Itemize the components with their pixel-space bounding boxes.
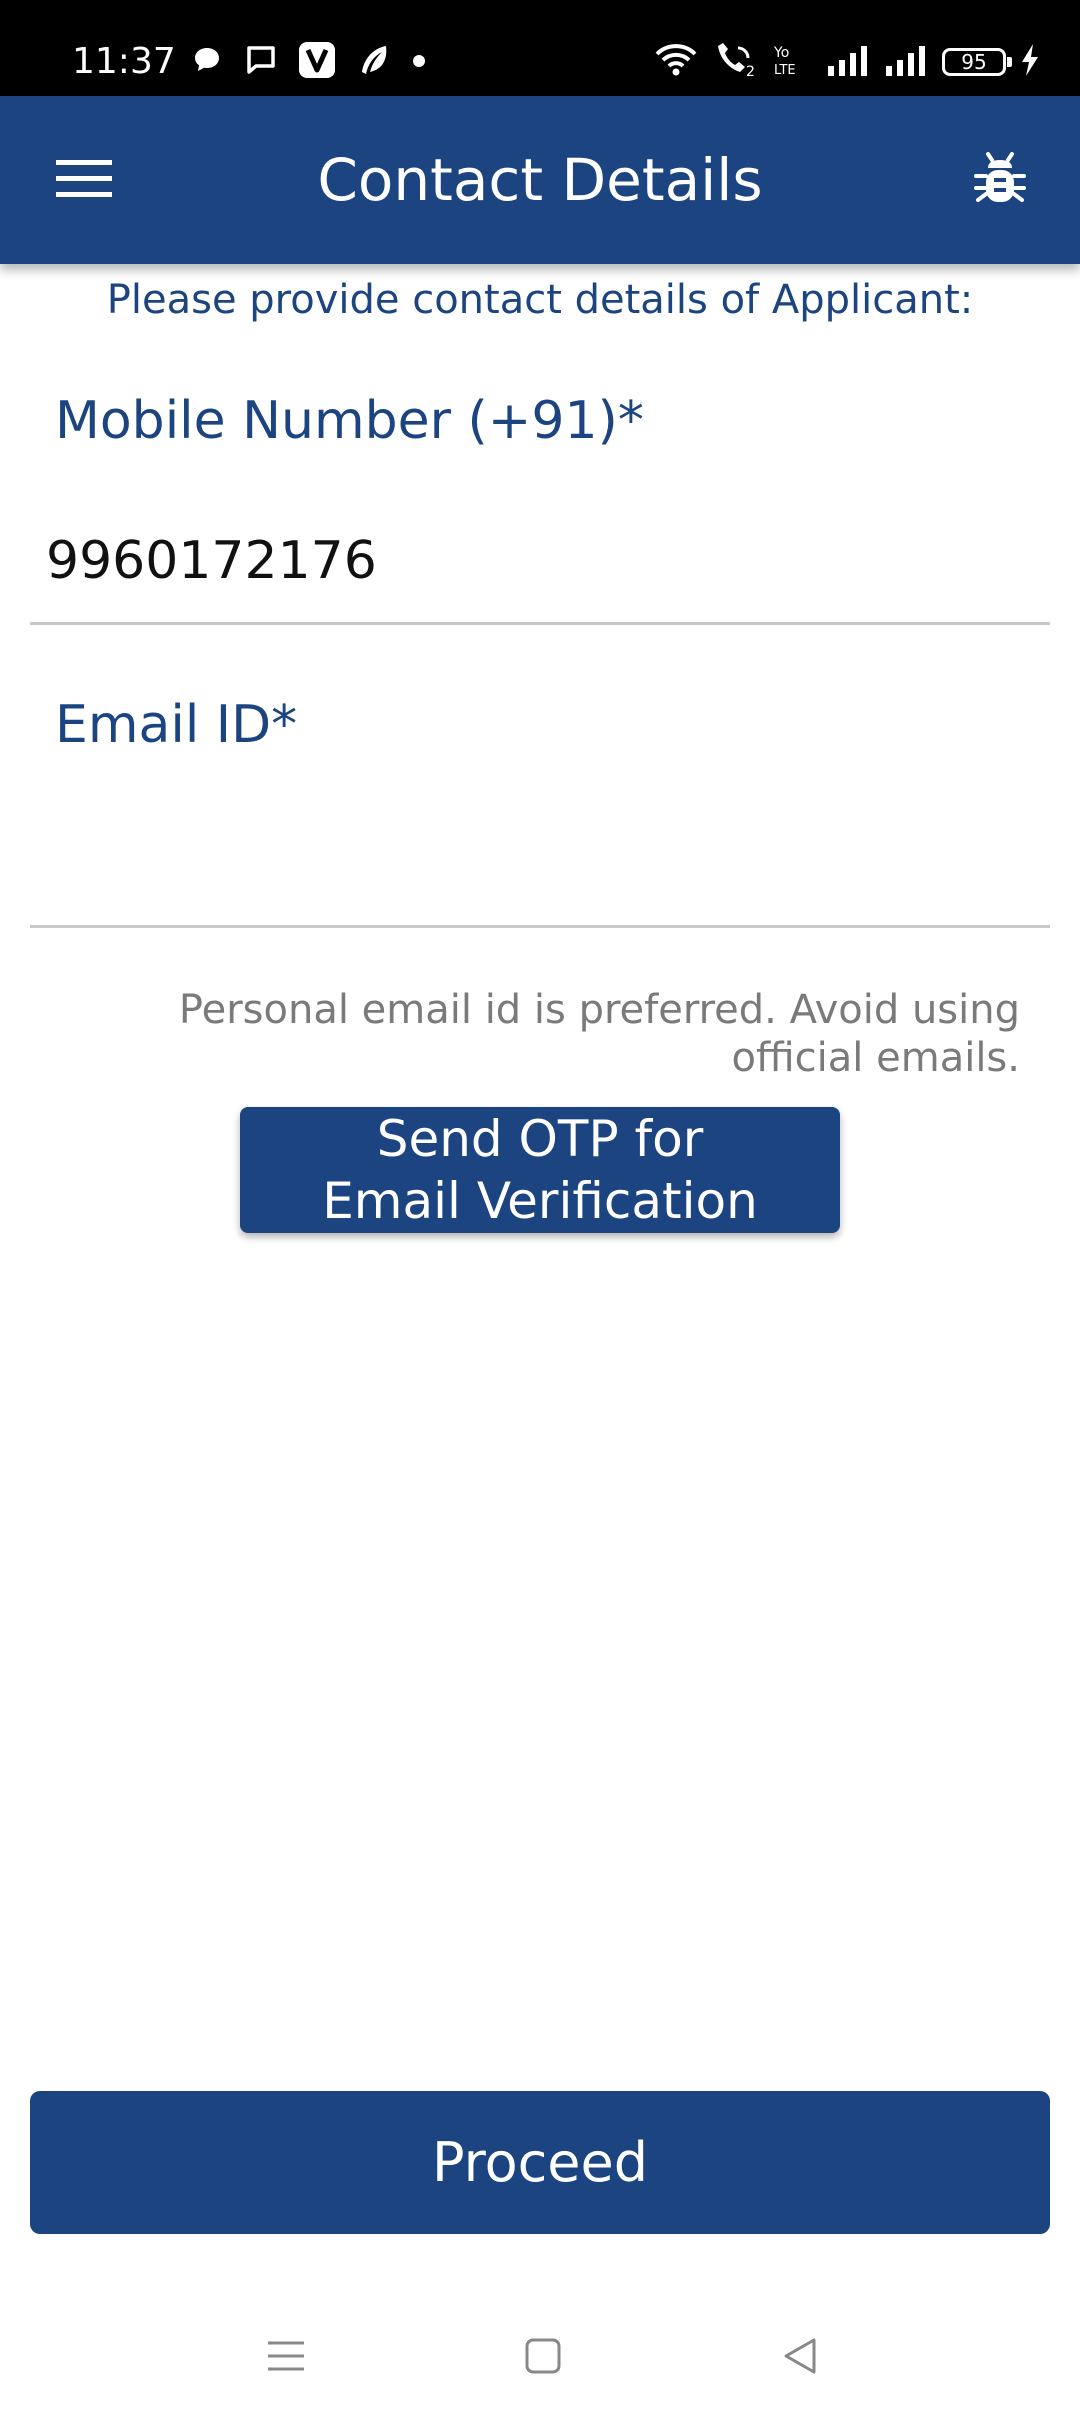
dot-icon: [412, 53, 426, 72]
email-field[interactable]: [30, 800, 1050, 928]
signal-icon: [884, 44, 928, 80]
wifi-calling-icon: 2: [712, 42, 758, 82]
email-label: Email ID*: [55, 695, 298, 755]
status-time: 11:37: [72, 41, 176, 82]
email-hint-line: official emails.: [731, 1035, 1020, 1081]
send-otp-button[interactable]: Send OTP for Email Verification: [240, 1107, 840, 1233]
system-nav-bar: [0, 2290, 1080, 2412]
signal-icon: [826, 44, 870, 80]
form-subtitle: Please provide contact details of Applic…: [106, 277, 974, 323]
proceed-button-label: Proceed: [431, 2131, 649, 2194]
home-icon: [523, 2336, 563, 2380]
home-button[interactable]: [503, 2318, 583, 2398]
feather-app-icon: [356, 42, 392, 82]
battery-icon: 95: [942, 48, 1012, 76]
status-bar: 11:37 2 Yo LTE 95: [0, 0, 1080, 96]
v-app-icon: [298, 41, 336, 83]
recents-button[interactable]: [246, 2318, 326, 2398]
bug-icon: [974, 150, 1026, 210]
mobile-number-label: Mobile Number (+91)*: [55, 391, 644, 451]
volte-icon: Yo LTE: [772, 42, 812, 82]
send-otp-button-label: Email Verification: [322, 1172, 758, 1230]
send-otp-button-label: Send OTP for: [376, 1110, 704, 1168]
page-title: Contact Details: [317, 146, 763, 214]
email-hint-line: Personal email id is preferred. Avoid us…: [178, 987, 1020, 1033]
svg-text:Yo: Yo: [773, 45, 789, 61]
charging-icon: [1020, 43, 1040, 81]
back-button[interactable]: [760, 2318, 840, 2398]
notification-icons: [190, 40, 426, 84]
back-icon: [780, 2336, 820, 2380]
recents-icon: [266, 2336, 306, 2380]
mobile-number-field[interactable]: [30, 500, 1050, 625]
message-icon: [244, 43, 278, 81]
svg-text:LTE: LTE: [774, 63, 796, 78]
app-bar: Contact Details: [0, 96, 1080, 264]
svg-text:2: 2: [746, 64, 755, 78]
email-hint: Personal email id is preferred. Avoid us…: [120, 986, 1020, 1082]
report-bug-button[interactable]: [960, 140, 1040, 220]
system-status-icons: 2 Yo LTE 95: [654, 40, 1040, 84]
proceed-button[interactable]: Proceed: [30, 2091, 1050, 2234]
wifi-icon: [654, 42, 698, 82]
chat-bubble-icon: [190, 43, 224, 81]
